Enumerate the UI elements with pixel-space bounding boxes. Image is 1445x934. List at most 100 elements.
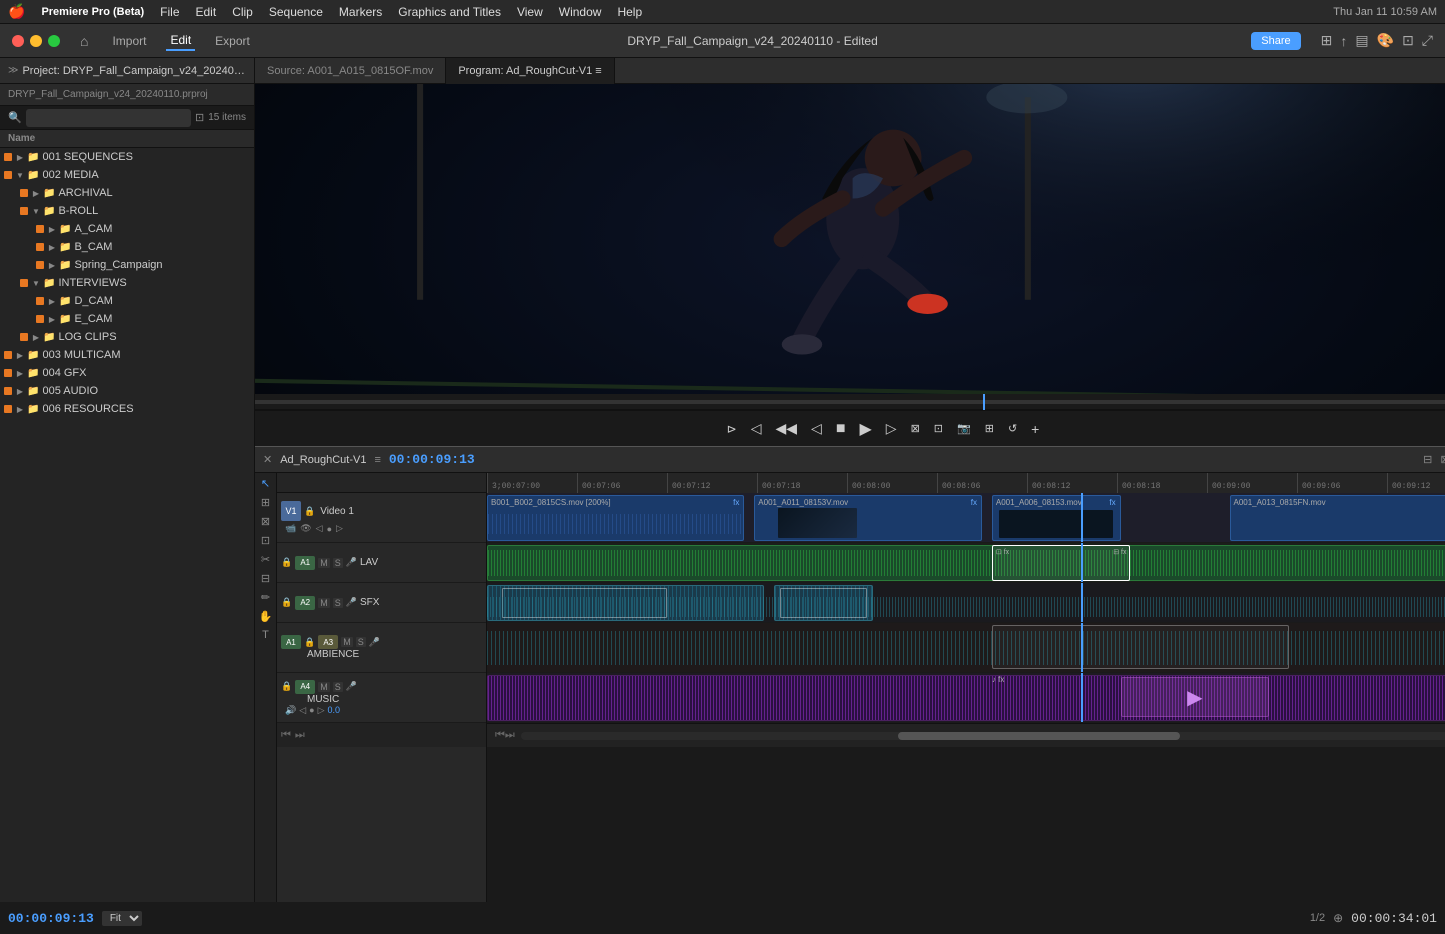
menu-clip[interactable]: Clip (232, 5, 253, 19)
share-button[interactable]: Share (1251, 32, 1300, 50)
panel-layout-icon[interactable]: ⊞ (1321, 32, 1333, 49)
timeline-playback-icon[interactable]: ⏮ (281, 729, 291, 742)
v1-nav-left-icon[interactable]: ◁ (316, 523, 323, 534)
panels-icon[interactable]: ▤ (1355, 32, 1368, 49)
a3-m-button[interactable]: M (341, 637, 353, 647)
a1-lock-icon[interactable]: 🔒 (281, 557, 292, 568)
timecode-current[interactable]: 00:00:09:13 (8, 911, 94, 926)
menu-markers[interactable]: Markers (339, 5, 382, 19)
v1-nav-dot-icon[interactable]: ● (327, 524, 332, 534)
menu-help[interactable]: Help (617, 5, 642, 19)
snap-icon[interactable]: ⊟ (1423, 453, 1432, 466)
a3-lock-icon[interactable]: 🔒 (304, 637, 315, 648)
nav-import[interactable]: Import (108, 32, 150, 50)
home-icon[interactable]: ⌂ (80, 33, 88, 49)
loop-icon[interactable]: ↺ (1004, 420, 1021, 437)
timeline-go-start-icon[interactable]: ⏮ (495, 729, 505, 742)
linked-select-icon[interactable]: ⊠ (1440, 453, 1445, 466)
a4-track-content[interactable]: ▶ ♪ fx ♪ fx (487, 673, 1445, 723)
shuttle-right-icon[interactable]: ⊡ (930, 420, 947, 437)
a4-lock-icon[interactable]: 🔒 (281, 681, 292, 692)
close-button[interactable] (12, 35, 24, 47)
apple-menu[interactable]: 🍎 (8, 3, 25, 20)
step-forward-icon[interactable]: ▷ (882, 418, 901, 439)
list-item[interactable]: ▼ 📁 INTERVIEWS (0, 274, 254, 292)
nav-export[interactable]: Export (211, 32, 254, 50)
camera-icon[interactable]: 📷 (953, 420, 975, 437)
menu-edit[interactable]: Edit (196, 5, 217, 19)
step-back-icon[interactable]: ◁ (747, 418, 766, 439)
sync-lock-icon[interactable]: 🔒 (304, 506, 315, 517)
a4-clip[interactable] (487, 675, 1445, 721)
track-select-tool-icon[interactable]: ⊞ (261, 496, 270, 509)
multicam-icon[interactable]: ⊞ (981, 420, 998, 437)
list-item[interactable]: ▶ 📁 A_CAM (0, 220, 254, 238)
fit-dropdown[interactable]: Fit (102, 911, 142, 926)
minimize-button[interactable] (30, 35, 42, 47)
play-icon[interactable]: ▶ (855, 417, 875, 441)
a4-music-marker[interactable]: ▶ (1121, 677, 1270, 717)
video-clip-1[interactable]: B001_B002_0815CS.mov [200%] fx (487, 495, 744, 541)
razor-tool-icon[interactable]: ✂ (261, 553, 270, 566)
ripple-edit-icon[interactable]: ⊠ (261, 515, 270, 528)
source-tab[interactable]: Source: A001_A015_0815OF.mov (255, 58, 446, 84)
a1-m-button[interactable]: M (318, 558, 330, 568)
a2-m-button[interactable]: M (318, 598, 330, 608)
a3-track-content[interactable] (487, 623, 1445, 673)
timeline-horizontal-scrollbar[interactable] (521, 732, 1445, 740)
pen-tool-icon[interactable]: ✏ (261, 591, 270, 604)
list-item[interactable]: ▶ 📁 D_CAM (0, 292, 254, 310)
fullscreen-icon[interactable]: ⤢ (1422, 32, 1433, 49)
a4-s-button[interactable]: S (333, 682, 343, 692)
menu-view[interactable]: View (517, 5, 543, 19)
a4-nav-dot[interactable]: ● (309, 705, 314, 715)
video-clip-3[interactable]: A001_A006_08153.mov fx (992, 495, 1121, 541)
menu-graphics-titles[interactable]: Graphics and Titles (398, 5, 501, 19)
a3-selected[interactable] (992, 625, 1289, 669)
timeline-timecode[interactable]: 00:00:09:13 (389, 452, 475, 467)
mark-in-icon[interactable]: ⊳ (723, 420, 741, 438)
timeline-end-icon[interactable]: ⏭ (295, 729, 305, 742)
export-icon[interactable]: ↑ (1340, 33, 1347, 49)
list-item[interactable]: ▶ 📁 003 MULTICAM (0, 346, 254, 364)
a1-track-content[interactable]: ⊡ fx ⊟ fx (487, 543, 1445, 583)
nav-edit[interactable]: Edit (166, 31, 195, 51)
menu-window[interactable]: Window (559, 5, 602, 19)
add-controls-icon[interactable]: + (1027, 419, 1043, 439)
search-input[interactable] (26, 109, 191, 127)
list-item[interactable]: ▶ 📁 ARCHIVAL (0, 184, 254, 202)
v1-nav-right-icon[interactable]: ▷ (336, 523, 343, 534)
hand-tool-icon[interactable]: ✋ (259, 610, 273, 623)
color-icon[interactable]: 🎨 (1377, 32, 1394, 49)
a1-s-button[interactable]: S (333, 558, 343, 568)
slip-tool-icon[interactable]: ⊟ (261, 572, 270, 585)
a2-s-button[interactable]: S (333, 598, 343, 608)
a2-track-content[interactable]: ⊡ fx (487, 583, 1445, 623)
maximize-button[interactable] (48, 35, 60, 47)
list-item[interactable]: ▶ 📁 001 SEQUENCES (0, 148, 254, 166)
list-item[interactable]: ▼ 📁 002 MEDIA (0, 166, 254, 184)
video-clip-2[interactable]: A001_A011_08153V.mov fx (754, 495, 982, 541)
a4-nav-right[interactable]: ▷ (318, 705, 325, 716)
menu-sequence[interactable]: Sequence (269, 5, 323, 19)
program-tab[interactable]: Program: Ad_RoughCut-V1 ≡ (446, 58, 614, 84)
a2-lock-icon[interactable]: 🔒 (281, 597, 292, 608)
a4-m-button[interactable]: M (318, 682, 330, 692)
menu-file[interactable]: File (160, 5, 179, 19)
list-item[interactable]: ▶ 📁 005 AUDIO (0, 382, 254, 400)
list-item[interactable]: ▼ 📁 B-ROLL (0, 202, 254, 220)
timeline-go-end-icon[interactable]: ⏭ (505, 729, 515, 742)
video-clip-4[interactable]: A001_A013_0815FN.mov fx (1230, 495, 1445, 541)
a1-main-clip[interactable] (487, 545, 1445, 581)
v1-eye-icon[interactable]: 👁 (300, 523, 311, 534)
list-item[interactable]: ▶ 📁 006 RESOURCES (0, 400, 254, 418)
timeline-close-icon[interactable]: ✕ (263, 453, 272, 466)
a4-nav-left[interactable]: ◁ (299, 705, 306, 716)
caption-icon[interactable]: ⊡ (1402, 32, 1414, 49)
type-tool-icon[interactable]: T (262, 629, 269, 641)
v1-track-content[interactable]: B001_B002_0815CS.mov [200%] fx A001_A011… (487, 493, 1445, 543)
a1-selected-clip[interactable]: ⊡ fx ⊟ fx (992, 545, 1131, 581)
timeline-menu-icon[interactable]: ≡ (374, 454, 380, 466)
a3-s-button[interactable]: S (356, 637, 366, 647)
stop-icon[interactable]: ■ (832, 418, 850, 440)
